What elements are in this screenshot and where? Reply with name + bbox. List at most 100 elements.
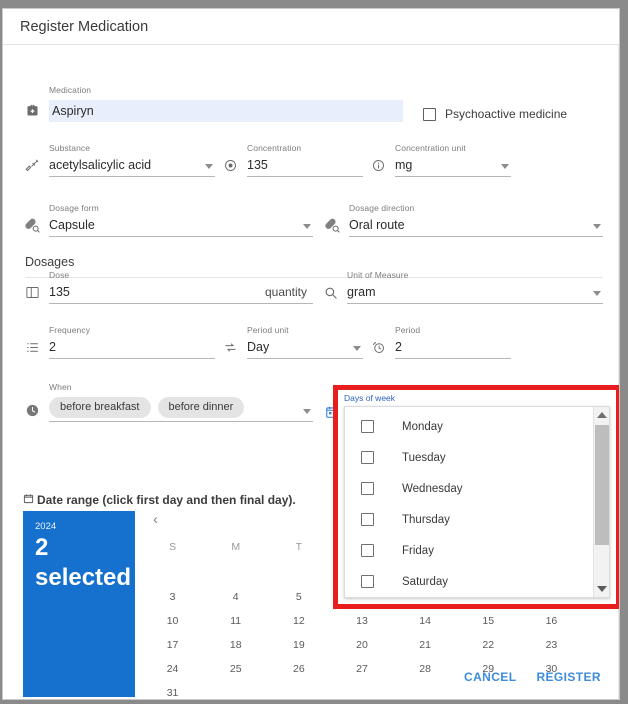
repeat-icon (221, 338, 239, 356)
clock-filled-icon (23, 401, 41, 419)
days-of-week-option[interactable]: Tuesday (345, 442, 609, 473)
dosages-section-title: Dosages (25, 255, 75, 269)
calendar-day[interactable]: 15 (457, 609, 520, 633)
head-icon (221, 156, 239, 174)
calendar-day[interactable]: 20 (330, 633, 393, 657)
concentration-unit-label: Concentration unit (395, 143, 466, 153)
calendar-day[interactable]: 22 (457, 633, 520, 657)
calendar-day[interactable]: 11 (204, 609, 267, 633)
dialog-content: Medication Aspiryn Psychoactive medicine (3, 45, 619, 699)
chevron-down-icon[interactable] (303, 224, 311, 229)
calendar-day[interactable]: 21 (394, 633, 457, 657)
days-of-week-option[interactable]: Thursday (345, 504, 609, 535)
medical-bag-icon (23, 101, 41, 119)
calendar-day[interactable]: 10 (141, 609, 204, 633)
calendar-day[interactable]: 23 (520, 633, 583, 657)
period-unit-value: Day (247, 340, 270, 354)
chevron-down-icon[interactable] (593, 224, 601, 229)
calendar-day[interactable]: 19 (267, 633, 330, 657)
period-field[interactable]: Period 2 (395, 325, 511, 359)
scroll-up-arrow-icon[interactable] (594, 407, 609, 423)
checkbox-icon[interactable] (361, 575, 374, 588)
when-chip[interactable]: before dinner (157, 397, 245, 418)
calendar-day[interactable]: 28 (394, 657, 457, 681)
chevron-down-icon[interactable] (501, 164, 509, 169)
days-of-week-dropdown[interactable]: Days of week Monday Tuesday Wednesday Th… (338, 390, 616, 604)
dropdown-scrollbar[interactable] (593, 407, 609, 597)
medication-label: Medication (49, 85, 92, 95)
calendar-day[interactable]: 27 (330, 657, 393, 681)
substance-field[interactable]: Substance acetylsalicylic acid (49, 143, 215, 177)
scrollbar-thumb[interactable] (595, 425, 609, 545)
period-unit-field[interactable]: Period unit Day (247, 325, 363, 359)
period-value: 2 (395, 340, 402, 354)
calendar-icon (23, 493, 34, 507)
option-label: Thursday (402, 513, 450, 526)
calendar-day[interactable]: 12 (267, 609, 330, 633)
unit-of-measure-field[interactable]: Unit of Measure gram (347, 270, 603, 304)
days-of-week-option[interactable]: Saturday (345, 566, 609, 597)
calendar-day[interactable]: 4 (204, 585, 267, 609)
when-field[interactable]: When before breakfast before dinner (49, 382, 313, 422)
medication-input[interactable]: Aspiryn (49, 100, 403, 122)
period-unit-row: Period unit Day (221, 325, 363, 359)
calendar-weekday: T (295, 541, 303, 553)
when-chip-list: before breakfast before dinner (49, 397, 313, 421)
chevron-down-icon[interactable] (205, 164, 213, 169)
checkbox-icon[interactable] (361, 544, 374, 557)
register-button[interactable]: REGISTER (536, 670, 601, 684)
frequency-field[interactable]: Frequency 2 (49, 325, 215, 359)
dose-field[interactable]: Dose 135 quantity (49, 270, 313, 304)
option-label: Saturday (402, 575, 449, 588)
chevron-down-icon[interactable] (593, 291, 601, 296)
calendar-day[interactable]: 16 (520, 609, 583, 633)
checkbox-icon[interactable] (361, 513, 374, 526)
content-right-divider (618, 45, 619, 699)
calendar-day-empty (204, 681, 267, 699)
chevron-down-icon[interactable] (353, 346, 361, 351)
date-range-label-row: Date range (click first day and then fin… (23, 493, 296, 507)
days-of-week-option[interactable]: Monday (345, 411, 609, 442)
psychoactive-checkbox[interactable] (423, 107, 436, 121)
when-chip[interactable]: before breakfast (49, 397, 151, 418)
scroll-down-arrow-icon[interactable] (594, 581, 609, 597)
checkbox-icon[interactable] (361, 420, 374, 433)
days-of-week-option[interactable]: Wednesday (345, 473, 609, 504)
calendar-day[interactable]: 5 (267, 585, 330, 609)
calendar-day[interactable]: 13 (330, 609, 393, 633)
pill-search-icon (323, 216, 341, 234)
list-icon (23, 338, 41, 356)
register-medication-dialog: Register Medication Medication Aspiryn P… (2, 8, 620, 700)
psychoactive-checkbox-row[interactable]: Psychoactive medicine (423, 107, 567, 121)
unit-of-measure-label: Unit of Measure (347, 270, 409, 280)
calendar-day[interactable]: 31 (141, 681, 204, 699)
concentration-value: 135 (247, 158, 268, 172)
unit-of-measure-row: Unit of Measure gram (321, 270, 603, 304)
checkbox-icon[interactable] (361, 482, 374, 495)
medication-field[interactable]: Medication Aspiryn (49, 85, 403, 122)
medication-value: Aspiryn (52, 104, 94, 118)
dosage-direction-label: Dosage direction (349, 203, 415, 213)
calendar-day-empty (141, 561, 204, 585)
calendar-day-empty (267, 681, 330, 699)
dose-label: Dose (49, 270, 70, 280)
calendar-day[interactable]: 24 (141, 657, 204, 681)
checkbox-icon[interactable] (361, 451, 374, 464)
calendar-week-row: 10 11 12 13 14 15 16 (141, 609, 583, 633)
days-of-week-list: Monday Tuesday Wednesday Thursday Friday… (345, 407, 609, 597)
calendar-day[interactable]: 25 (204, 657, 267, 681)
concentration-unit-row: Concentration unit mg (369, 143, 511, 177)
dosage-form-value: Capsule (49, 218, 95, 232)
calendar-day[interactable]: 14 (394, 609, 457, 633)
cancel-button[interactable]: CANCEL (464, 670, 516, 684)
calendar-day[interactable]: 18 (204, 633, 267, 657)
calendar-day[interactable]: 26 (267, 657, 330, 681)
concentration-field[interactable]: Concentration 135 (247, 143, 363, 177)
calendar-day[interactable]: 17 (141, 633, 204, 657)
calendar-day[interactable]: 3 (141, 585, 204, 609)
dosage-direction-field[interactable]: Dosage direction Oral route (349, 203, 603, 237)
days-of-week-option[interactable]: Friday (345, 535, 609, 566)
dosage-form-field[interactable]: Dosage form Capsule (49, 203, 313, 237)
chevron-down-icon[interactable] (303, 409, 311, 414)
concentration-unit-field[interactable]: Concentration unit mg (395, 143, 511, 177)
